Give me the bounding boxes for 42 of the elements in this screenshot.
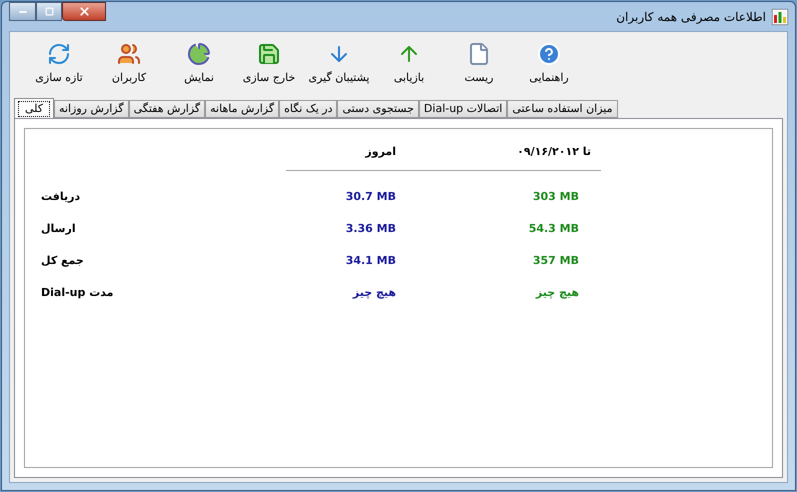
document-icon <box>467 42 491 66</box>
toolbar-button[interactable]: کاربران <box>94 36 164 92</box>
table-cell-text: هیچ چیز <box>351 284 396 298</box>
tab[interactable]: گزارش ماهانه <box>205 100 280 118</box>
row-label: مدت Dial-up <box>41 284 114 298</box>
table-cell-text: 303 MB <box>532 188 580 202</box>
toolbar-button[interactable]: تازه سازی <box>24 36 94 92</box>
table-cell-text: 54.3 MB <box>528 220 580 234</box>
refresh-icon <box>47 42 71 66</box>
window-title: اطلاعات مصرفی همه کاربران <box>616 8 766 26</box>
row-label: دریافت <box>41 188 82 202</box>
help-icon <box>537 42 561 66</box>
toolbar-button[interactable]: بازیابی <box>374 36 444 92</box>
pie-chart-icon <box>187 42 211 66</box>
tab[interactable]: اتصالات Dial-up <box>418 100 508 118</box>
table-cell-text: 30.7 MB <box>344 188 396 202</box>
table-cell-text: هیچ چیز <box>534 284 580 298</box>
maximize-button[interactable] <box>36 2 62 21</box>
bar-chart-icon <box>772 8 788 24</box>
table-cell-text: 3.36 MB <box>344 220 396 234</box>
minimize-button[interactable] <box>9 2 36 21</box>
table-cell-text: 34.1 MB <box>344 252 396 266</box>
tab[interactable]: گزارش هفتگی <box>128 100 206 118</box>
column-header: تا ۰۹/۱۶/۲۰۱۲ <box>396 144 601 170</box>
toolbar-button[interactable]: پشتیبان گیری <box>304 36 374 92</box>
row-label: جمع کل <box>41 252 85 266</box>
toolbar-button[interactable]: ریست <box>444 36 514 92</box>
tab[interactable]: میزان استفاده ساعتی <box>507 100 618 118</box>
row-label: ارسال <box>41 220 77 234</box>
tab[interactable]: کلی <box>14 98 54 118</box>
close-button[interactable] <box>62 2 106 21</box>
close-icon <box>78 5 90 18</box>
tab[interactable]: جستجوی دستی <box>337 100 419 118</box>
table-cell-text: 357 MB <box>532 252 580 266</box>
toolbar-button[interactable]: نمایش <box>164 36 234 92</box>
column-header: امروز <box>286 144 396 170</box>
maximize-icon <box>44 7 54 16</box>
toolbar-button[interactable]: راهنمایی <box>514 36 584 92</box>
toolbar-button[interactable]: خارج سازی <box>234 36 304 92</box>
tab[interactable]: در یک نگاه <box>279 100 338 118</box>
tab[interactable]: گزارش روزانه <box>54 100 129 118</box>
users-icon <box>117 42 141 66</box>
